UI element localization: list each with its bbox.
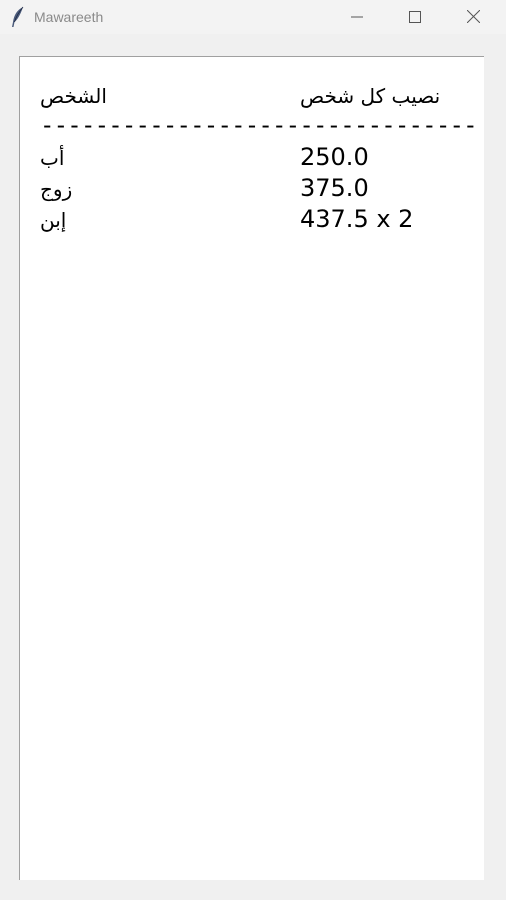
- feather-icon: [11, 6, 25, 28]
- separator-line: --------------------------------: [40, 111, 478, 139]
- results-text-area[interactable]: الشخص نصيب كل شخص ----------------------…: [19, 56, 484, 880]
- row-person: أب: [40, 146, 65, 170]
- close-icon: [466, 8, 480, 27]
- row-share: 250.0: [300, 143, 369, 171]
- window-title: Mawareeth: [34, 9, 104, 25]
- row-person: زوج: [40, 177, 73, 201]
- row-share: 375.0: [300, 174, 369, 202]
- close-button[interactable]: [450, 0, 496, 34]
- app-window: Mawareeth الشخص نصيب كل شخص ------------…: [0, 0, 506, 900]
- row-person: إبن: [40, 208, 67, 232]
- header-share: نصيب كل شخص: [300, 84, 441, 108]
- maximize-button[interactable]: [392, 0, 438, 34]
- maximize-icon: [409, 8, 421, 27]
- minimize-icon: [351, 8, 363, 27]
- row-share: 437.5 x 2: [300, 205, 414, 233]
- header-person: الشخص: [40, 84, 107, 108]
- title-bar[interactable]: Mawareeth: [0, 0, 506, 34]
- minimize-button[interactable]: [334, 0, 380, 34]
